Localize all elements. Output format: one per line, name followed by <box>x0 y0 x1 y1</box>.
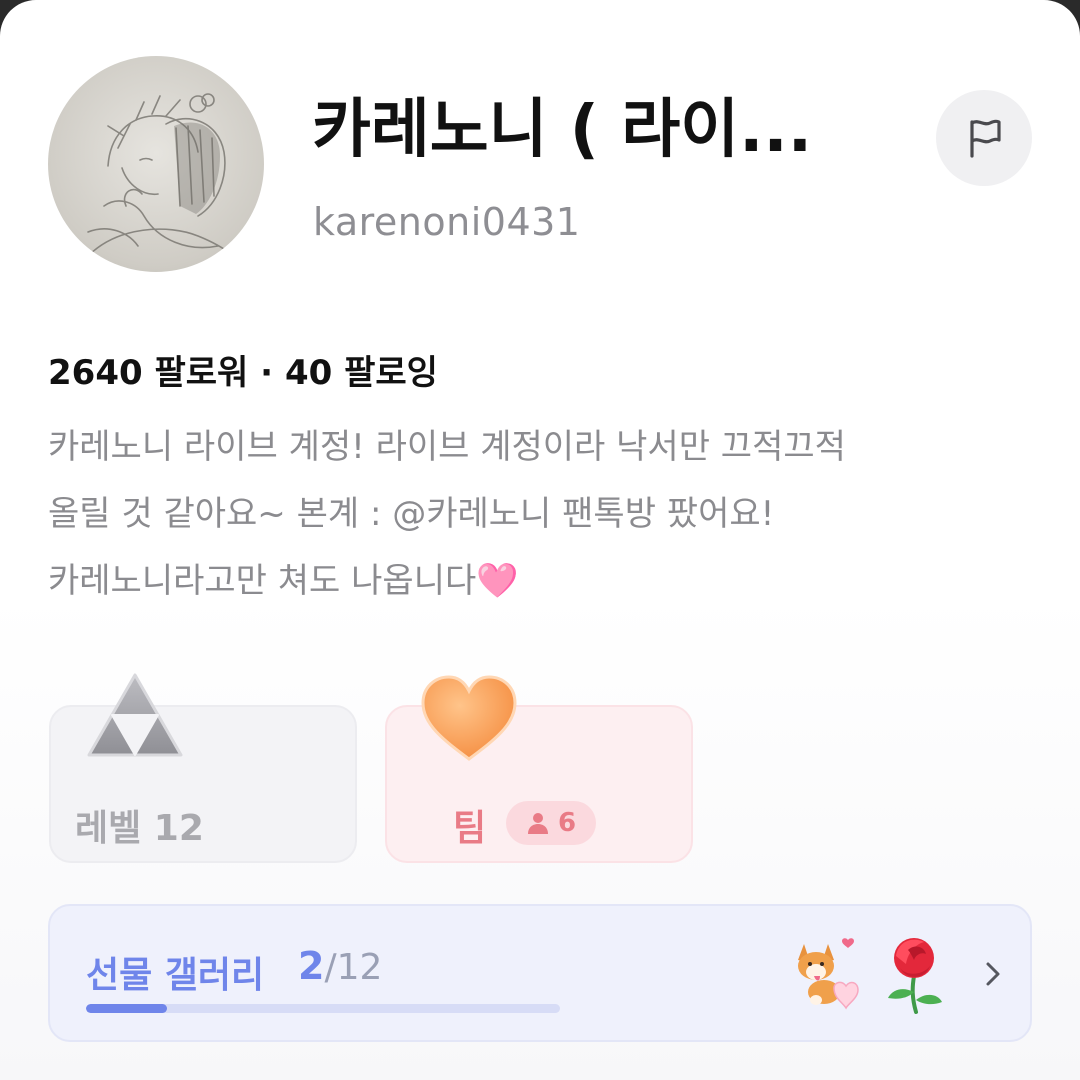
gift-gallery-progress-fill <box>86 1004 167 1013</box>
team-label: 팀 <box>453 808 487 849</box>
follow-stats: 2640 팔로워 · 40 팔로잉 <box>48 345 438 394</box>
avatar[interactable] <box>48 56 264 272</box>
corgi-heart-gift-icon <box>798 938 859 1010</box>
chevron-right-icon <box>986 962 1000 986</box>
rose-gift-icon <box>888 938 942 1014</box>
orange-heart-icon <box>421 675 517 761</box>
team-member-number: 6 <box>557 808 577 838</box>
team-card[interactable]: 팀 6 <box>385 675 693 863</box>
following-link[interactable]: 40 팔로잉 <box>285 353 438 393</box>
flag-icon <box>970 119 1001 158</box>
gift-gallery-title: 선물 갤러리 <box>86 955 265 996</box>
display-name: 카레노니 ( 라이... <box>312 93 813 167</box>
stats-separator: · <box>260 353 274 393</box>
gift-gallery-card[interactable]: 선물 갤러리 2/12 <box>48 904 1032 1042</box>
gift-gallery-total: /12 <box>324 947 383 988</box>
avatar-sketch-image <box>87 93 249 272</box>
following-label: 팔로잉 <box>344 353 438 393</box>
username-handle: karenoni0431 <box>313 200 581 244</box>
followers-count: 2640 <box>48 353 143 393</box>
report-button[interactable] <box>936 90 1032 186</box>
gift-gallery-current: 2 <box>298 944 325 988</box>
gift-gallery-count: 2/12 <box>298 944 382 988</box>
person-icon <box>527 813 548 834</box>
gift-gallery-progress-bar <box>86 1004 560 1013</box>
level-card[interactable]: 레벨 12 <box>49 673 357 863</box>
followers-label: 팔로워 <box>154 353 249 393</box>
profile-bio: 카레노니 라이브 계정! 라이브 계정이라 낙서만 끄적끄적 올릴 것 같아요~… <box>48 427 846 601</box>
level-label: 레벨 12 <box>75 808 204 849</box>
triangle-level-icon <box>87 673 183 757</box>
profile-sheet: 카레노니 ( 라이... karenoni0431 2640 팔로워 · 40 … <box>0 0 1080 1080</box>
followers-link[interactable]: 2640 팔로워 <box>48 353 248 393</box>
following-count: 40 <box>284 353 333 393</box>
team-member-count: 6 <box>506 801 596 845</box>
